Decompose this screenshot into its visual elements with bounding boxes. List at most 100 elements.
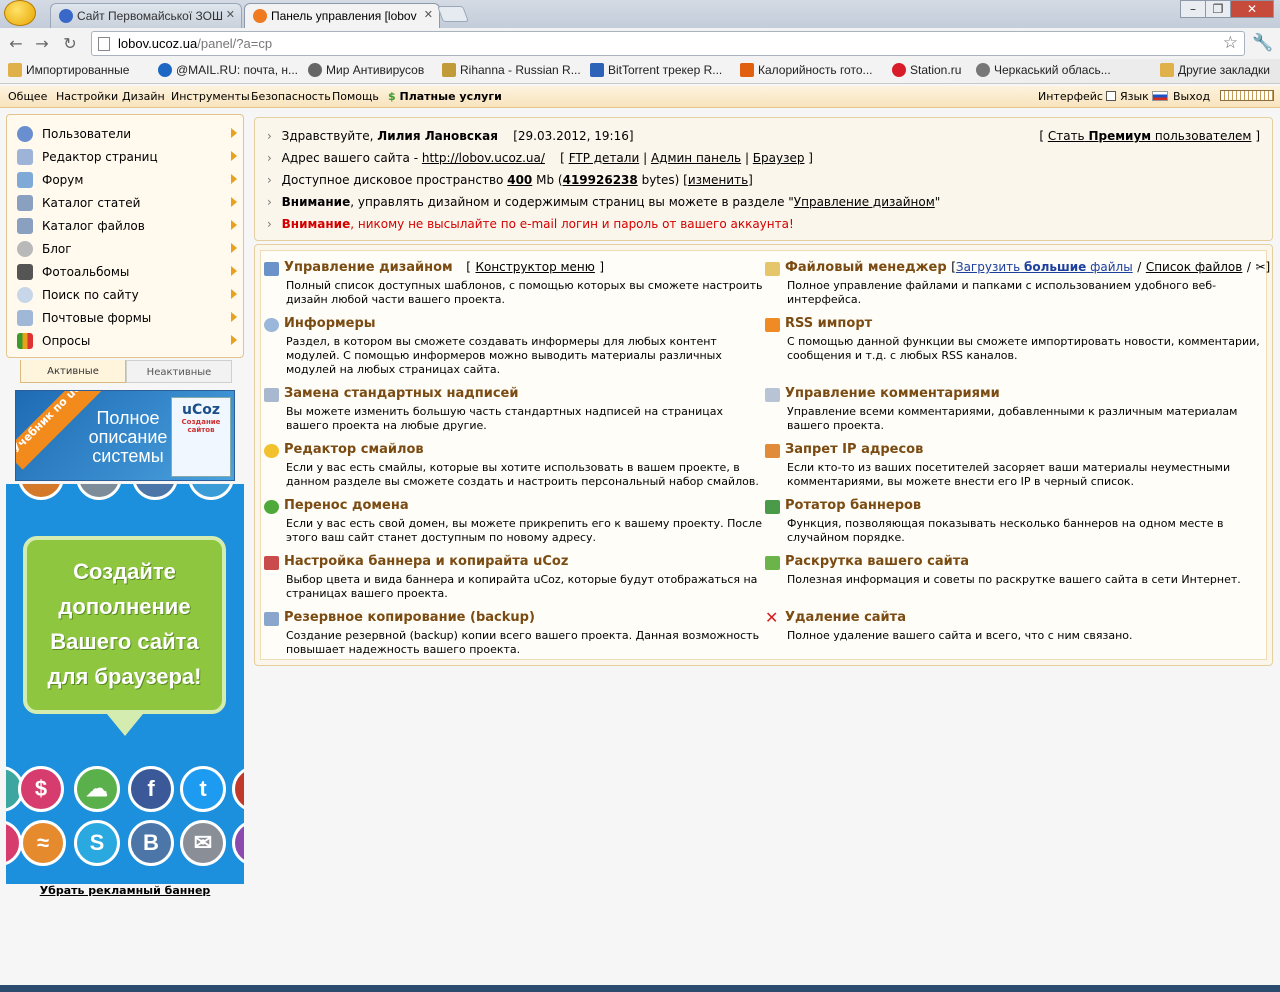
feature-title-link[interactable]: Файловый менеджер [785, 260, 947, 275]
torrent-icon [590, 63, 604, 77]
ban-users-icon [765, 444, 780, 458]
sidebar-item-mail-forms[interactable]: Почтовые формы [15, 308, 241, 329]
bookmark-item[interactable]: Черкаський облась... [976, 63, 1111, 77]
menu-builder-link[interactable]: Конструктор меню [475, 260, 594, 274]
design-management-link[interactable]: Управление дизайном [794, 195, 935, 209]
sidebar-item-files[interactable]: Каталог файлов [15, 216, 241, 237]
bookmark-item[interactable]: Station.ru [892, 63, 961, 77]
sidebar-item-articles[interactable]: Каталог статей [15, 193, 241, 214]
chevron-right-icon [231, 151, 237, 161]
remove-ad-link[interactable]: Убрать рекламный баннер [6, 884, 244, 897]
feature-title-link[interactable]: Настройка баннера и копирайта uCoz [284, 554, 568, 569]
sidebar-item-photo[interactable]: Фотоальбомы [15, 262, 241, 283]
menu-tools[interactable]: Инструменты [171, 90, 250, 103]
bubble-tail [107, 714, 143, 736]
text-replace-icon [264, 388, 279, 402]
browser-link[interactable]: Браузер [753, 151, 805, 165]
address-line: Адрес вашего сайта - http://lobov.ucoz.u… [267, 151, 813, 165]
feature-title-link[interactable]: Управление комментариями [785, 386, 1000, 401]
ucoz-tutorial-banner[interactable]: Учебник по uCoz Полное описание системы … [15, 390, 235, 481]
sidebar-item-users[interactable]: Пользователи [15, 124, 241, 145]
browser-tab-2[interactable]: Панель управления [lobov ✕ [244, 3, 440, 28]
upload-large-files-link[interactable]: Загрузить большие файлы [956, 260, 1133, 274]
reload-icon[interactable]: ↻ [60, 34, 80, 53]
menu-general[interactable]: Общее [8, 90, 47, 103]
premium-offer: [ Стать Премиум пользователем ] [1039, 129, 1260, 143]
feature-title-link[interactable]: Редактор смайлов [284, 442, 424, 457]
close-tab-icon[interactable]: ✕ [226, 8, 235, 21]
change-space-link[interactable]: изменить [688, 173, 748, 187]
bookmark-star-icon[interactable]: ☆ [1223, 33, 1238, 53]
profile-avatar-icon[interactable] [4, 0, 36, 26]
site-url-link[interactable]: http://lobov.ucoz.ua/ [422, 151, 545, 165]
menu-paid-services[interactable]: $ Платные услуги [388, 90, 502, 103]
menu-help[interactable]: Помощь [332, 90, 379, 103]
module-tabs: Активные Неактивные [20, 360, 234, 384]
feature-title-link[interactable]: Замена стандартных надписей [284, 386, 518, 401]
scissors-icon[interactable]: ✂ [1255, 260, 1265, 274]
language-select[interactable]: Язык [1120, 90, 1169, 103]
speech-bubble: Создайте дополнение Вашего сайта для бра… [23, 536, 226, 714]
sidebar-item-polls[interactable]: Опросы [15, 331, 241, 352]
browser-addon-banner[interactable]: Создайте дополнение Вашего сайта для бра… [6, 484, 244, 884]
site-favicon-icon [59, 9, 73, 23]
url-text[interactable]: lobov.ucoz.ua/panel/?a=cp [118, 36, 272, 51]
bookmark-item[interactable]: @MAIL.RU: почта, н... [158, 63, 298, 77]
width-slider[interactable] [1220, 90, 1274, 101]
close-tab-icon[interactable]: ✕ [424, 8, 433, 21]
maximize-icon[interactable]: ❐ [1205, 0, 1231, 18]
sidebar-item-blog[interactable]: Блог [15, 239, 241, 260]
ftp-details-link[interactable]: FTP детали [569, 151, 640, 165]
feature-title-link[interactable]: Раскрутка вашего сайта [785, 554, 969, 569]
menu-security[interactable]: Безопасность [251, 90, 331, 103]
chevron-right-icon [231, 243, 237, 253]
menu-settings[interactable]: Настройки [56, 90, 118, 103]
admin-panel-link[interactable]: Админ панель [651, 151, 741, 165]
feature-title-link[interactable]: Перенос домена [284, 498, 409, 513]
logout-link[interactable]: Выход [1173, 90, 1210, 103]
file-list-link[interactable]: Список файлов [1146, 260, 1243, 274]
sidebar-item-search[interactable]: Поиск по сайту [15, 285, 241, 306]
close-window-icon[interactable]: ✕ [1230, 0, 1274, 18]
feature-title-link[interactable]: RSS импорт [785, 316, 872, 331]
security-warning-line: Внимание, никому не высылайте по e-mail … [267, 217, 794, 231]
bookmark-item[interactable]: Rihanna - Russian R... [442, 63, 581, 77]
feature-title-link[interactable]: Информеры [284, 316, 376, 331]
chevron-right-icon [231, 174, 237, 184]
bookmark-item[interactable]: Мир Антивирусов [308, 63, 424, 77]
interface-checkbox[interactable] [1106, 91, 1117, 101]
tab-inactive-modules[interactable]: Неактивные [126, 360, 232, 383]
sidebar-item-forum[interactable]: Форум [15, 170, 241, 191]
feature-title-link[interactable]: Запрет IP адресов [785, 442, 923, 457]
wrench-icon[interactable]: 🔧 [1252, 33, 1273, 53]
interface-toggle[interactable]: Интерфейс [1038, 90, 1117, 103]
browser-tab-1[interactable]: Сайт Первомайської ЗОШ ✕ [50, 3, 242, 28]
skype-icon: S [74, 820, 120, 866]
premium-link[interactable]: Стать Премиум пользователем [1048, 129, 1252, 143]
design-notice-line: Внимание, управлять дизайном и содержимы… [267, 195, 941, 209]
menu-design[interactable]: Дизайн [122, 90, 165, 103]
bookmark-item[interactable]: Импортированные [8, 63, 129, 77]
feature-title-link[interactable]: Удаление сайта [785, 610, 906, 625]
search-icon [17, 287, 33, 303]
back-icon[interactable]: ← [6, 34, 26, 53]
rotator-icon [765, 500, 780, 514]
other-bookmarks[interactable]: Другие закладки [1160, 63, 1270, 77]
users-icon [17, 126, 33, 142]
feature-title-link[interactable]: Резервное копирование (backup) [284, 610, 535, 625]
tab-active-modules[interactable]: Активные [20, 360, 126, 383]
sidebar-item-page-editor[interactable]: Редактор страниц [15, 147, 241, 168]
chevron-right-icon [231, 266, 237, 276]
minimize-icon[interactable]: – [1180, 0, 1206, 18]
facebook-icon: f [128, 766, 174, 812]
new-tab-button[interactable] [437, 6, 469, 22]
bookmark-item[interactable]: BitTorrent трекер R... [590, 63, 722, 77]
panel-top-menu: Общее Настройки Дизайн Инструменты Безоп… [0, 86, 1280, 108]
forward-icon[interactable]: → [32, 34, 52, 53]
feature-title-link[interactable]: Управление дизайном [284, 260, 453, 275]
bookmark-item[interactable]: Калорийность гото... [740, 63, 873, 77]
feature-title-link[interactable]: Ротатор баннеров [785, 498, 921, 513]
cloud-icon: ☁ [74, 766, 120, 812]
folder-icon [765, 262, 780, 276]
address-bar[interactable]: lobov.ucoz.ua/panel/?a=cp ☆ [91, 31, 1245, 56]
